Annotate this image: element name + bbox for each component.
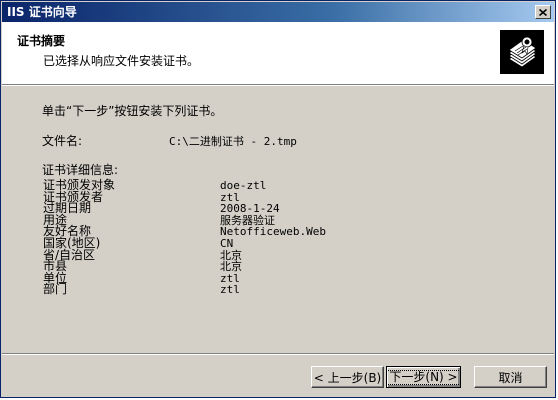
close-icon (539, 8, 547, 16)
cancel-button[interactable]: 取消 (474, 366, 547, 388)
details-values: doe-ztl ztl 2008-1-24 服务器验证 Netofficeweb… (220, 180, 326, 296)
filename-label: 文件名: (42, 134, 83, 148)
window-title: IIS 证书向导 (7, 5, 77, 19)
close-button[interactable] (535, 5, 551, 19)
header-title: 证书摘要 (17, 34, 66, 48)
detail-value: CN (220, 236, 234, 250)
button-separator (2, 353, 554, 355)
detail-label: 部门 (43, 282, 68, 297)
detail-value: Netofficeweb.Web (220, 225, 326, 239)
detail-value: doe-ztl (220, 179, 267, 192)
header-divider (2, 85, 554, 86)
next-button-label: 下一步(N) > (386, 369, 461, 385)
header-subtitle: 已选择从响应文件安装证书。 (43, 54, 200, 68)
details-labels: 证书颁发对象 证书颁发者 过期日期 用途 友好名称 国家(地区) 省/自治区 市… (43, 179, 115, 297)
wizard-header: 证书摘要 已选择从响应文件安装证书。 (2, 22, 554, 85)
details-heading: 证书详细信息: (42, 163, 119, 177)
detail-value: ztl (220, 283, 240, 297)
iis-certificate-wizard-window: IIS 证书向导 证书摘要 已选择从响应文件安装证书。 单击“下一步”按钮安装下… (0, 0, 556, 398)
detail-value: 北京 (220, 260, 242, 274)
title-bar[interactable]: IIS 证书向导 (2, 2, 554, 22)
instruction-text: 单击“下一步”按钮安装下列证书。 (42, 104, 223, 118)
next-button[interactable]: 下一步(N) > (386, 366, 461, 388)
back-button[interactable]: < 上一步(B) (311, 366, 384, 388)
filename-value: C:\二进制证书 - 2.tmp (169, 135, 297, 148)
certificate-icon (500, 30, 544, 74)
